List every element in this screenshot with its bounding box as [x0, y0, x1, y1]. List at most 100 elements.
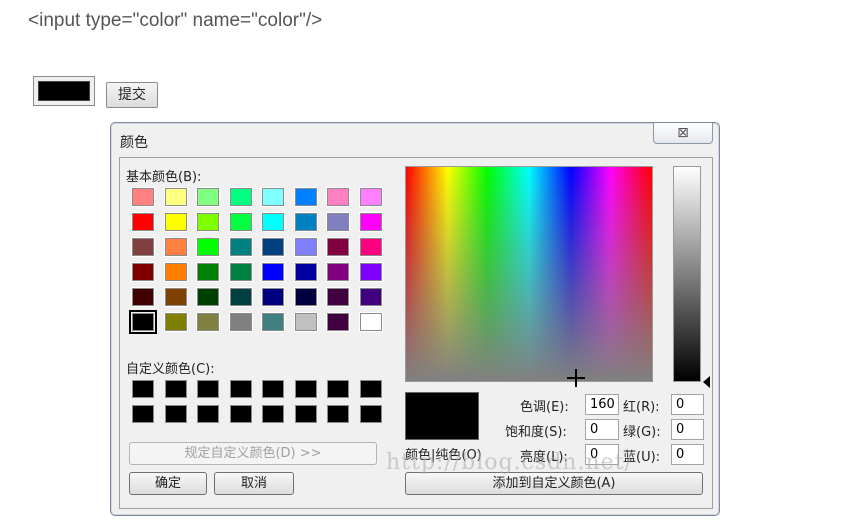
basic-color-swatch[interactable] — [163, 262, 188, 282]
custom-color-swatch[interactable] — [197, 405, 219, 423]
basic-color-swatch[interactable] — [131, 287, 155, 307]
luminance-arrow-icon[interactable] — [703, 376, 710, 388]
basic-color-swatch[interactable] — [261, 237, 285, 257]
luminance-input[interactable] — [585, 444, 619, 465]
saturation-label: 饱和度(S): — [505, 425, 567, 440]
basic-color-swatch[interactable] — [358, 237, 383, 257]
basic-color-swatch[interactable] — [326, 262, 350, 282]
basic-color-swatch[interactable] — [131, 212, 155, 232]
custom-color-swatch[interactable] — [229, 405, 252, 423]
basic-color-swatch[interactable] — [261, 212, 285, 232]
basic-color-swatch[interactable] — [228, 212, 253, 232]
basic-color-swatch[interactable] — [131, 262, 155, 282]
basic-color-swatch[interactable] — [228, 187, 253, 207]
cancel-button[interactable]: 取消 — [214, 472, 294, 495]
basic-color-swatch[interactable] — [163, 237, 188, 257]
basic-color-swatch[interactable] — [293, 237, 318, 257]
custom-color-swatch[interactable] — [132, 405, 154, 423]
custom-color-swatch[interactable] — [327, 405, 349, 423]
color-solid-label: 颜色|纯色(O) — [405, 448, 482, 463]
saturation-input[interactable] — [585, 419, 619, 440]
custom-color-swatch[interactable] — [359, 405, 382, 423]
basic-color-swatch[interactable] — [163, 212, 188, 232]
basic-color-swatch[interactable] — [228, 237, 253, 257]
basic-colors-label: 基本颜色(B): — [126, 170, 202, 185]
close-icon: ⊠ — [677, 125, 689, 141]
code-snippet: <input type="color" name="color"/> — [28, 10, 323, 31]
basic-color-swatch[interactable] — [293, 212, 318, 232]
ok-button[interactable]: 确定 — [129, 472, 207, 495]
basic-color-swatch[interactable] — [358, 262, 383, 282]
custom-color-swatch[interactable] — [132, 380, 154, 398]
basic-color-swatch[interactable] — [293, 287, 318, 307]
custom-color-swatch[interactable] — [262, 405, 284, 423]
custom-color-swatch[interactable] — [359, 380, 382, 398]
red-input[interactable] — [671, 394, 704, 415]
red-label: 红(R): — [623, 400, 660, 415]
basic-color-swatch[interactable] — [196, 287, 220, 307]
hue-saturation-spectrum[interactable] — [405, 166, 653, 387]
basic-color-swatch[interactable] — [326, 287, 350, 307]
basic-color-swatch[interactable] — [261, 287, 285, 307]
basic-color-swatch[interactable] — [326, 212, 350, 232]
define-custom-colors-button[interactable]: 规定自定义颜色(D) >> — [129, 442, 377, 465]
basic-color-swatch[interactable] — [228, 262, 253, 282]
basic-color-swatch[interactable] — [196, 237, 220, 257]
luminance-label: 亮度(L): — [520, 450, 568, 465]
basic-color-swatch[interactable] — [326, 187, 350, 207]
basic-color-swatch[interactable] — [228, 312, 253, 332]
green-input[interactable] — [671, 419, 704, 440]
custom-color-swatch[interactable] — [229, 380, 252, 398]
crosshair-cursor-icon — [567, 369, 585, 387]
custom-colors-grid — [132, 380, 382, 423]
dialog-body: 基本颜色(B): 自定义颜色(C): 规定自定义颜色(D) >> 确定 取消 颜… — [119, 157, 713, 509]
basic-colors-grid — [129, 187, 383, 334]
hue-label: 色调(E): — [520, 400, 569, 415]
basic-color-swatch[interactable] — [261, 262, 285, 282]
custom-color-swatch[interactable] — [164, 380, 187, 398]
custom-color-swatch[interactable] — [262, 380, 284, 398]
green-label: 绿(G): — [623, 425, 661, 440]
basic-color-swatch[interactable] — [326, 237, 350, 257]
basic-color-swatch[interactable] — [131, 187, 155, 207]
custom-color-swatch[interactable] — [197, 380, 219, 398]
basic-color-swatch[interactable] — [196, 187, 220, 207]
close-button[interactable]: ⊠ — [653, 123, 713, 144]
basic-color-swatch[interactable] — [163, 312, 188, 332]
basic-color-swatch[interactable] — [358, 212, 383, 232]
add-to-custom-colors-button[interactable]: 添加到自定义颜色(A) — [405, 472, 703, 495]
dialog-titlebar: 颜色 ⊠ — [111, 123, 719, 155]
basic-color-swatch[interactable] — [131, 237, 155, 257]
custom-colors-label: 自定义颜色(C): — [126, 362, 215, 377]
basic-color-swatch[interactable] — [293, 262, 318, 282]
color-preview — [405, 392, 479, 440]
color-input[interactable] — [33, 76, 95, 106]
basic-color-swatch[interactable] — [358, 187, 383, 207]
basic-color-swatch[interactable] — [261, 312, 285, 332]
basic-color-swatch[interactable] — [261, 187, 285, 207]
basic-color-swatch[interactable] — [196, 212, 220, 232]
custom-color-swatch[interactable] — [294, 405, 317, 423]
custom-color-swatch[interactable] — [294, 380, 317, 398]
dialog-title: 颜色 — [120, 135, 148, 151]
basic-color-swatch[interactable] — [326, 312, 350, 332]
basic-color-swatch[interactable] — [358, 287, 383, 307]
basic-color-swatch[interactable] — [163, 287, 188, 307]
basic-color-swatch[interactable] — [358, 312, 383, 332]
submit-button[interactable]: 提交 — [106, 82, 158, 108]
custom-color-swatch[interactable] — [327, 380, 349, 398]
basic-color-swatch[interactable] — [196, 262, 220, 282]
blue-label: 蓝(U): — [623, 450, 661, 465]
custom-color-swatch[interactable] — [164, 405, 187, 423]
blue-input[interactable] — [671, 444, 704, 465]
luminance-slider[interactable] — [673, 166, 701, 382]
basic-color-swatch[interactable] — [228, 287, 253, 307]
basic-color-swatch[interactable] — [293, 312, 318, 332]
color-dialog: 颜色 ⊠ 基本颜色(B): 自定义颜色(C): 规定自定义颜色(D) >> 确定… — [110, 122, 720, 516]
basic-color-swatch[interactable] — [293, 187, 318, 207]
hue-input[interactable] — [585, 394, 619, 415]
basic-color-swatch[interactable] — [196, 312, 220, 332]
basic-color-swatch[interactable] — [129, 310, 157, 334]
basic-color-swatch[interactable] — [163, 187, 188, 207]
color-input-swatch — [38, 81, 90, 101]
